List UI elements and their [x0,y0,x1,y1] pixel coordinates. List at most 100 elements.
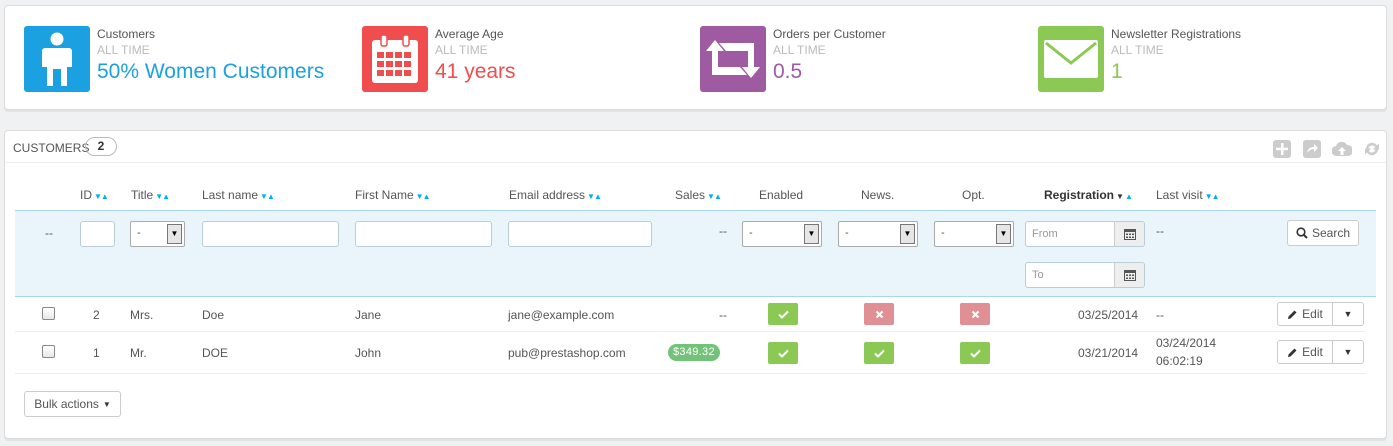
cell-title: Mr. [130,346,147,360]
caret-down-icon[interactable]: ▼ [1333,302,1364,326]
select-value: - [137,227,141,239]
kpi-title: Customers [97,27,156,41]
header-label: Last name [202,188,259,202]
panel-title: CUSTOMERS [13,141,90,155]
caret-down-icon[interactable]: ▼ [1333,340,1364,364]
cloud-upload-icon[interactable] [1332,139,1352,159]
column-header-opt: Opt. [962,188,985,202]
opt-filter-select[interactable]: - ▼ [934,221,1014,247]
row-actions: Edit ▼ [1277,302,1364,326]
column-header-first-name[interactable]: First Name ▼▲ [355,188,431,202]
to-placeholder: To [1032,269,1044,281]
search-icon [1296,227,1308,239]
sort-icon[interactable]: ▼▲ [94,192,109,201]
edit-button[interactable]: Edit [1277,302,1333,326]
select-value: - [845,227,849,239]
sort-icon[interactable]: ▼ [1116,192,1124,201]
last-name-filter-input[interactable] [202,221,339,247]
bulk-actions-button[interactable]: Bulk actions ▼ [24,391,121,417]
cell-last-visit-date: 03/24/2014 [1156,336,1217,350]
column-header-registration[interactable]: Registration ▼ ▲ [1044,188,1133,202]
registration-to-input[interactable]: To [1025,262,1145,288]
column-header-last-visit[interactable]: Last visit ▼▲ [1156,188,1220,202]
news-filter-select[interactable]: - ▼ [838,221,918,247]
sort-icon[interactable]: ▼▲ [587,192,602,201]
cell-title: Mrs. [130,308,154,322]
cell-registration: 03/21/2014 [1078,346,1139,360]
envelope-icon [1038,26,1104,92]
kpi-panel: Customers ALL TIME 50% Women Customers A… [4,5,1387,110]
select-value: - [749,227,753,239]
optin-status-toggle[interactable] [960,342,990,364]
sort-icon[interactable]: ▼▲ [155,192,170,201]
cell-sales: -- [719,308,727,322]
enabled-status-toggle[interactable] [768,303,798,325]
enabled-status-toggle[interactable] [768,342,798,364]
column-header-last-name[interactable]: Last name ▼▲ [202,188,275,202]
select-value: - [941,227,945,239]
column-header-news: News. [861,188,895,202]
column-header-title[interactable]: Title ▼▲ [131,188,170,202]
header-label: Registration [1044,188,1115,202]
header-label: First Name [355,188,414,202]
newsletter-status-toggle[interactable] [864,303,894,325]
cell-last-visit-time: 06:02:19 [1156,354,1203,368]
caret-down-icon: ▼ [102,399,111,409]
chevron-down-icon: ▼ [804,224,819,244]
bulk-actions-label: Bulk actions [34,397,99,411]
header-label: Title [131,188,154,202]
row-checkbox[interactable] [42,345,55,358]
add-new-icon[interactable] [1272,139,1292,159]
email-filter-input[interactable] [508,221,652,247]
close-icon [971,310,979,318]
cell-email: pub@prestashop.com [508,346,626,360]
pencil-icon [1288,310,1297,319]
enabled-filter-select[interactable]: - ▼ [742,221,822,247]
export-icon[interactable] [1302,139,1322,159]
sort-icon[interactable]: ▼▲ [260,192,275,201]
kpi-value: 41 years [435,60,516,83]
panel-header: CUSTOMERS 2 [5,131,1386,163]
row-checkbox[interactable] [42,307,55,320]
edit-button[interactable]: Edit [1277,340,1333,364]
check-icon [777,310,789,319]
sales-filter-placeholder: -- [719,224,727,238]
id-filter-input[interactable] [80,221,115,247]
refresh-icon[interactable] [1362,139,1382,159]
column-header-id[interactable]: ID ▼▲ [80,188,109,202]
kpi-subtitle: ALL TIME [435,43,488,57]
cell-last-visit: -- [1156,308,1164,322]
pencil-icon [1288,348,1297,357]
registration-from-input[interactable]: From [1025,221,1145,247]
header-label: Email address [509,188,586,202]
column-header-sales[interactable]: Sales ▼▲ [675,188,722,202]
chevron-down-icon: ▼ [167,224,182,244]
calendar-icon[interactable] [1114,222,1144,246]
newsletter-status-toggle[interactable] [864,342,894,364]
sort-icon[interactable]: ▼▲ [707,192,722,201]
cell-id: 1 [93,346,100,360]
count-badge: 2 [85,137,117,156]
calendar-icon[interactable] [1114,263,1144,287]
kpi-title: Orders per Customer [773,27,886,41]
kpi-subtitle: ALL TIME [1111,43,1164,57]
kpi-title: Newsletter Registrations [1111,27,1242,41]
kpi-subtitle: ALL TIME [773,43,826,57]
search-button[interactable]: Search [1287,220,1359,246]
sort-icon[interactable]: ▲ [1125,192,1133,201]
column-header-email[interactable]: Email address ▼▲ [509,188,602,202]
cell-last-name: DOE [202,346,229,360]
search-button-label: Search [1311,226,1351,240]
sort-icon[interactable]: ▼▲ [1205,192,1220,201]
column-header-enabled: Enabled [759,188,804,202]
user-icon [24,26,90,92]
sales-badge: $349.32 [668,344,720,361]
first-name-filter-input[interactable] [355,221,492,247]
header-label: Sales [675,188,706,202]
sort-icon[interactable]: ▼▲ [416,192,431,201]
title-filter-select[interactable]: - ▼ [130,221,185,247]
optin-status-toggle[interactable] [960,303,990,325]
calendar-icon [362,26,428,92]
chevron-down-icon: ▼ [996,224,1011,244]
last-visit-filter-placeholder: -- [1156,224,1164,238]
